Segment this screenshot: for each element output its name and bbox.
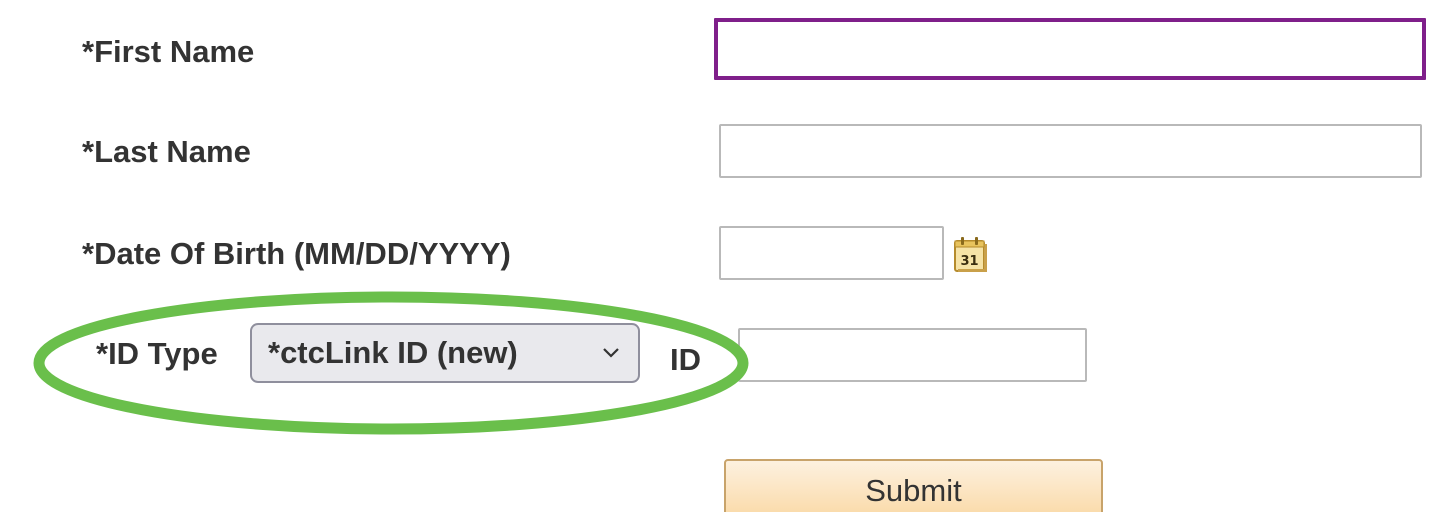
submit-button[interactable]: Submit bbox=[724, 459, 1103, 512]
first-name-input[interactable] bbox=[714, 18, 1426, 80]
id-type-selected-value: *ctcLink ID (new) bbox=[268, 335, 518, 370]
calendar-icon[interactable]: 31 bbox=[952, 234, 990, 274]
id-type-label: *ID Type bbox=[96, 336, 218, 371]
id-label: ID bbox=[670, 342, 701, 377]
calendar-day-text: 31 bbox=[960, 254, 978, 269]
date-of-birth-input[interactable] bbox=[719, 226, 944, 280]
id-type-select[interactable]: *ctcLink ID (new) bbox=[250, 323, 640, 383]
last-name-input[interactable] bbox=[719, 124, 1422, 178]
registration-form: *First Name *Last Name *Date Of Birth (M… bbox=[0, 0, 1442, 512]
first-name-label: *First Name bbox=[82, 34, 255, 69]
date-of-birth-label: *Date Of Birth (MM/DD/YYYY) bbox=[82, 236, 511, 271]
last-name-label: *Last Name bbox=[82, 134, 251, 169]
id-input[interactable] bbox=[738, 328, 1087, 382]
chevron-down-icon bbox=[603, 348, 619, 358]
